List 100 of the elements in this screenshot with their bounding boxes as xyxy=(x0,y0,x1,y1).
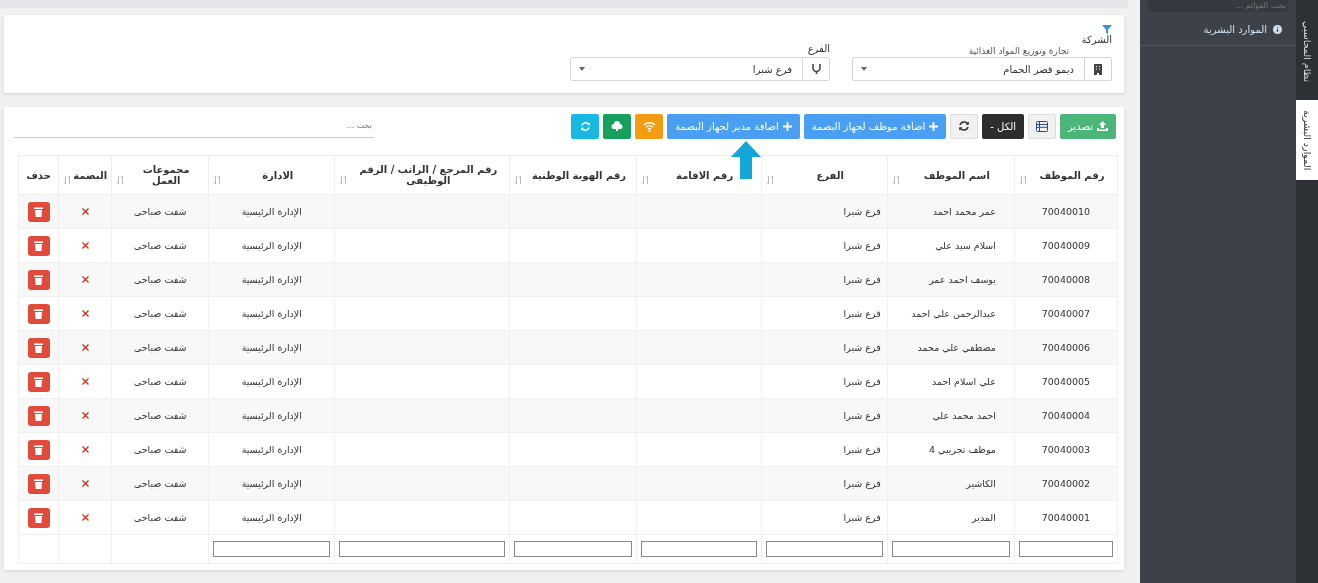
delete-button[interactable] xyxy=(27,439,50,460)
table-cell: 70040006 xyxy=(1041,342,1091,353)
company-select[interactable]: ديمو قصر الحمام xyxy=(852,57,1112,81)
column-header: رقم الهوية الوطنية xyxy=(530,169,628,181)
device-button[interactable] xyxy=(603,113,632,139)
trash-icon xyxy=(34,512,44,523)
table-cell: فرع شبرا xyxy=(843,512,881,523)
table-cell: الإدارة الرئيسية xyxy=(241,342,302,353)
column-header: الادارة xyxy=(261,169,295,181)
table-cell: شفت صباحى xyxy=(133,274,187,285)
side-tab[interactable]: الموارد البشرية xyxy=(1296,100,1318,180)
table-cell: شفت صباحى xyxy=(133,308,187,319)
table-cell: الإدارة الرئيسية xyxy=(241,308,302,319)
wifi-button[interactable] xyxy=(635,113,664,139)
caret-icon xyxy=(861,67,867,71)
column-filter-field[interactable] xyxy=(1018,541,1113,557)
trash-icon xyxy=(34,274,44,285)
table-cell: الإدارة الرئيسية xyxy=(241,478,302,489)
sort-icon[interactable] xyxy=(765,175,775,185)
table-cell: فرع شبرا xyxy=(843,274,881,285)
trash-icon xyxy=(34,410,44,421)
info-icon xyxy=(1273,25,1282,34)
column-filter-field[interactable] xyxy=(339,541,506,557)
sort-icon[interactable] xyxy=(63,175,73,185)
table-cell: عبدالرحمن علي احمد xyxy=(911,308,996,319)
delete-button[interactable] xyxy=(27,405,50,426)
delete-button[interactable] xyxy=(27,201,50,222)
delete-button[interactable] xyxy=(27,303,50,324)
table-icon xyxy=(1036,120,1048,132)
refresh-button[interactable] xyxy=(950,113,979,139)
trash-icon xyxy=(34,444,44,455)
sort-icon[interactable] xyxy=(640,175,650,185)
table-cell: الإدارة الرئيسية xyxy=(241,410,302,421)
table-cell: احمد محمد علي xyxy=(932,410,996,421)
table-cell: اسلام سيد علي xyxy=(935,240,996,251)
page-size-button[interactable]: الكل - xyxy=(982,113,1024,139)
column-filter-field[interactable] xyxy=(514,541,632,557)
table-cell: الإدارة الرئيسية xyxy=(241,376,302,387)
column-header: الفرع xyxy=(815,169,845,181)
table-cell: فرع شبرا xyxy=(843,444,881,455)
fork-icon xyxy=(811,64,821,74)
trash-icon xyxy=(34,206,44,217)
column-filter-field[interactable] xyxy=(213,541,331,557)
side-tab[interactable]: نظام المحاسبي xyxy=(1296,14,1318,90)
table-cell: 70040002 xyxy=(1041,478,1091,489)
wifi-icon xyxy=(642,120,656,132)
table-cell: شفت صباحى xyxy=(133,512,187,523)
table-cell: شفت صباحى xyxy=(133,206,187,217)
table-cell: المدير xyxy=(972,512,996,523)
sort-icon[interactable] xyxy=(891,175,901,185)
delete-button[interactable] xyxy=(27,269,50,290)
table-cell: 70040010 xyxy=(1041,206,1091,217)
plus-icon xyxy=(782,121,792,131)
column-filter-field[interactable] xyxy=(891,541,1010,557)
delete-button[interactable] xyxy=(27,235,50,256)
upload-icon xyxy=(1097,121,1108,131)
table-cell: فرع شبرا xyxy=(843,342,881,353)
trash-icon xyxy=(34,308,44,319)
column-header: حذف xyxy=(25,169,52,181)
sort-icon[interactable] xyxy=(213,175,223,185)
table-cell: فرع شبرا xyxy=(843,308,881,319)
table-cell: الإدارة الرئيسية xyxy=(241,512,302,523)
company-label: الشركة xyxy=(1081,34,1112,45)
column-filter-field[interactable] xyxy=(765,541,883,557)
plus-icon xyxy=(929,121,939,131)
refresh-icon xyxy=(579,120,591,132)
columns-button[interactable] xyxy=(1028,113,1056,139)
sort-icon[interactable] xyxy=(514,175,524,185)
sync-button[interactable] xyxy=(571,113,600,139)
column-filter-field[interactable] xyxy=(640,541,757,557)
delete-button[interactable] xyxy=(27,473,50,494)
branch-select[interactable]: فرع شبرا xyxy=(570,57,830,81)
sort-icon[interactable] xyxy=(1018,175,1028,185)
table-cell: 70040004 xyxy=(1041,410,1091,421)
search-field[interactable]: بحث ... xyxy=(14,114,374,138)
building-icon xyxy=(1094,63,1102,75)
delete-button[interactable] xyxy=(27,507,50,528)
trash-icon xyxy=(34,342,44,353)
delete-button[interactable] xyxy=(27,337,50,358)
table-cell: شفت صباحى xyxy=(133,478,187,489)
table-cell: 70040003 xyxy=(1041,444,1091,455)
table-cell: فرع شبرا xyxy=(843,206,881,217)
table-cell: 70040008 xyxy=(1041,274,1091,285)
table-cell: شفت صباحى xyxy=(133,342,187,353)
table-cell: موظف تجريبي 4 xyxy=(928,444,996,455)
table-cell: فرع شبرا xyxy=(843,240,881,251)
sort-icon[interactable] xyxy=(116,175,126,185)
sort-icon[interactable] xyxy=(339,175,349,185)
cloud-icon xyxy=(611,121,624,131)
table-cell: مصطفي علي محمد xyxy=(917,342,996,353)
caret-icon xyxy=(579,67,585,71)
table-cell: عمر محمد احمد xyxy=(932,206,996,217)
table-cell: شفت صباحى xyxy=(133,376,187,387)
table-cell: يوسف احمد عمر xyxy=(929,274,996,285)
branch-label: الفرع xyxy=(807,43,830,54)
table-cell: فرع شبرا xyxy=(843,376,881,387)
table-cell: علي اسلام احمد xyxy=(932,376,996,387)
filter-icon[interactable] xyxy=(1102,25,1112,34)
column-header: اسم الموظف xyxy=(922,169,991,181)
delete-button[interactable] xyxy=(27,371,50,392)
